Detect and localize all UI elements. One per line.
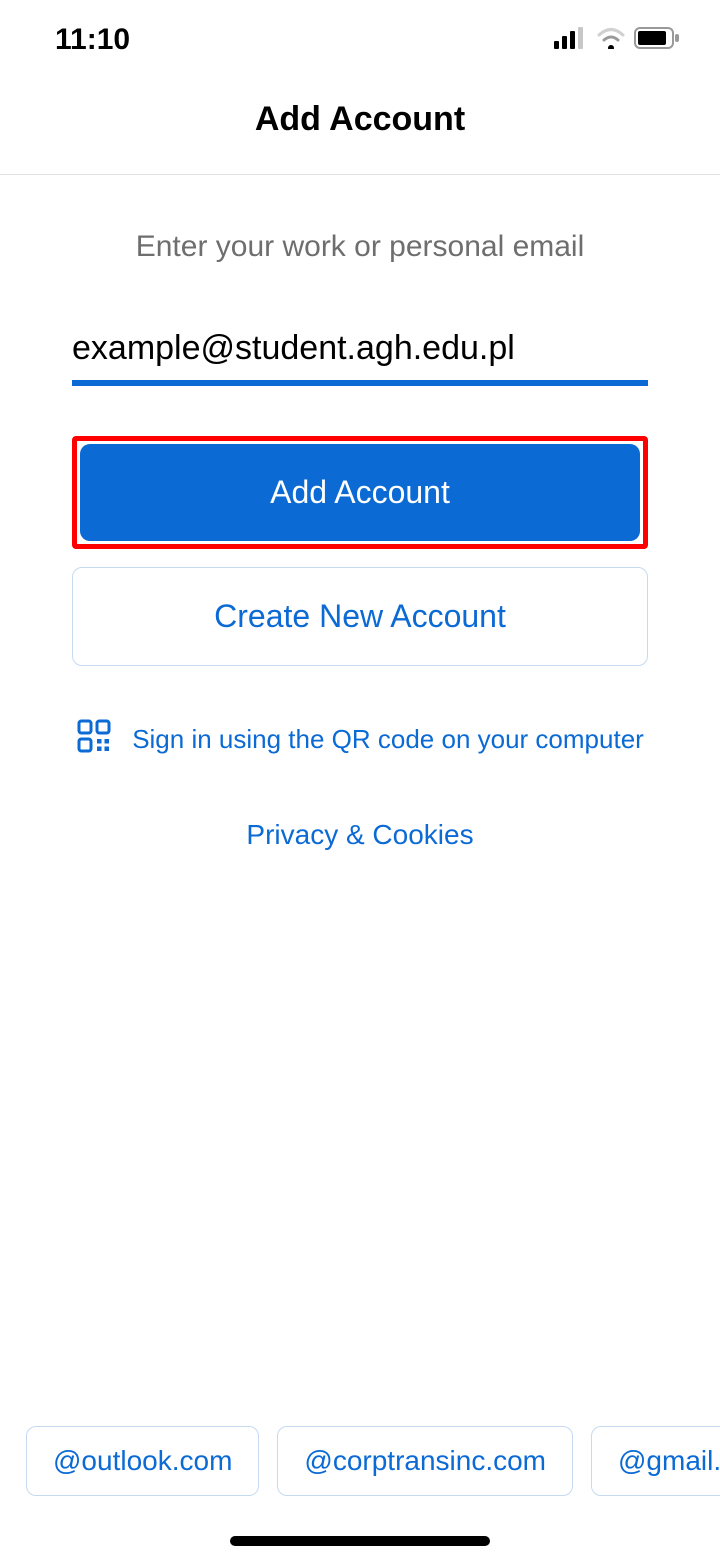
email-domain-suggestions: @outlook.com @corptransinc.com @gmail.c <box>0 1426 720 1496</box>
qr-code-icon <box>76 718 112 761</box>
subtitle-text: Enter your work or personal email <box>72 230 648 264</box>
home-indicator[interactable] <box>230 1536 490 1546</box>
highlight-annotation: Add Account <box>72 436 648 549</box>
suggestion-chip-outlook[interactable]: @outlook.com <box>26 1426 259 1496</box>
battery-icon <box>634 27 680 54</box>
create-new-account-button[interactable]: Create New Account <box>72 567 648 666</box>
privacy-cookies-link[interactable]: Privacy & Cookies <box>72 819 648 851</box>
add-account-button[interactable]: Add Account <box>80 444 640 541</box>
suggestion-chip-corptransinc[interactable]: @corptransinc.com <box>277 1426 573 1496</box>
status-time: 11:10 <box>55 23 130 57</box>
suggestion-chip-gmail[interactable]: @gmail.c <box>591 1426 720 1496</box>
qr-signin-link[interactable]: Sign in using the QR code on your comput… <box>72 718 648 761</box>
email-field[interactable] <box>72 319 648 386</box>
page-title: Add Account <box>0 100 720 139</box>
wifi-icon <box>596 27 626 54</box>
page-header: Add Account <box>0 70 720 175</box>
status-icons <box>554 27 680 54</box>
qr-signin-label: Sign in using the QR code on your comput… <box>132 724 644 755</box>
status-bar: 11:10 <box>0 0 720 70</box>
cellular-signal-icon <box>554 27 588 54</box>
